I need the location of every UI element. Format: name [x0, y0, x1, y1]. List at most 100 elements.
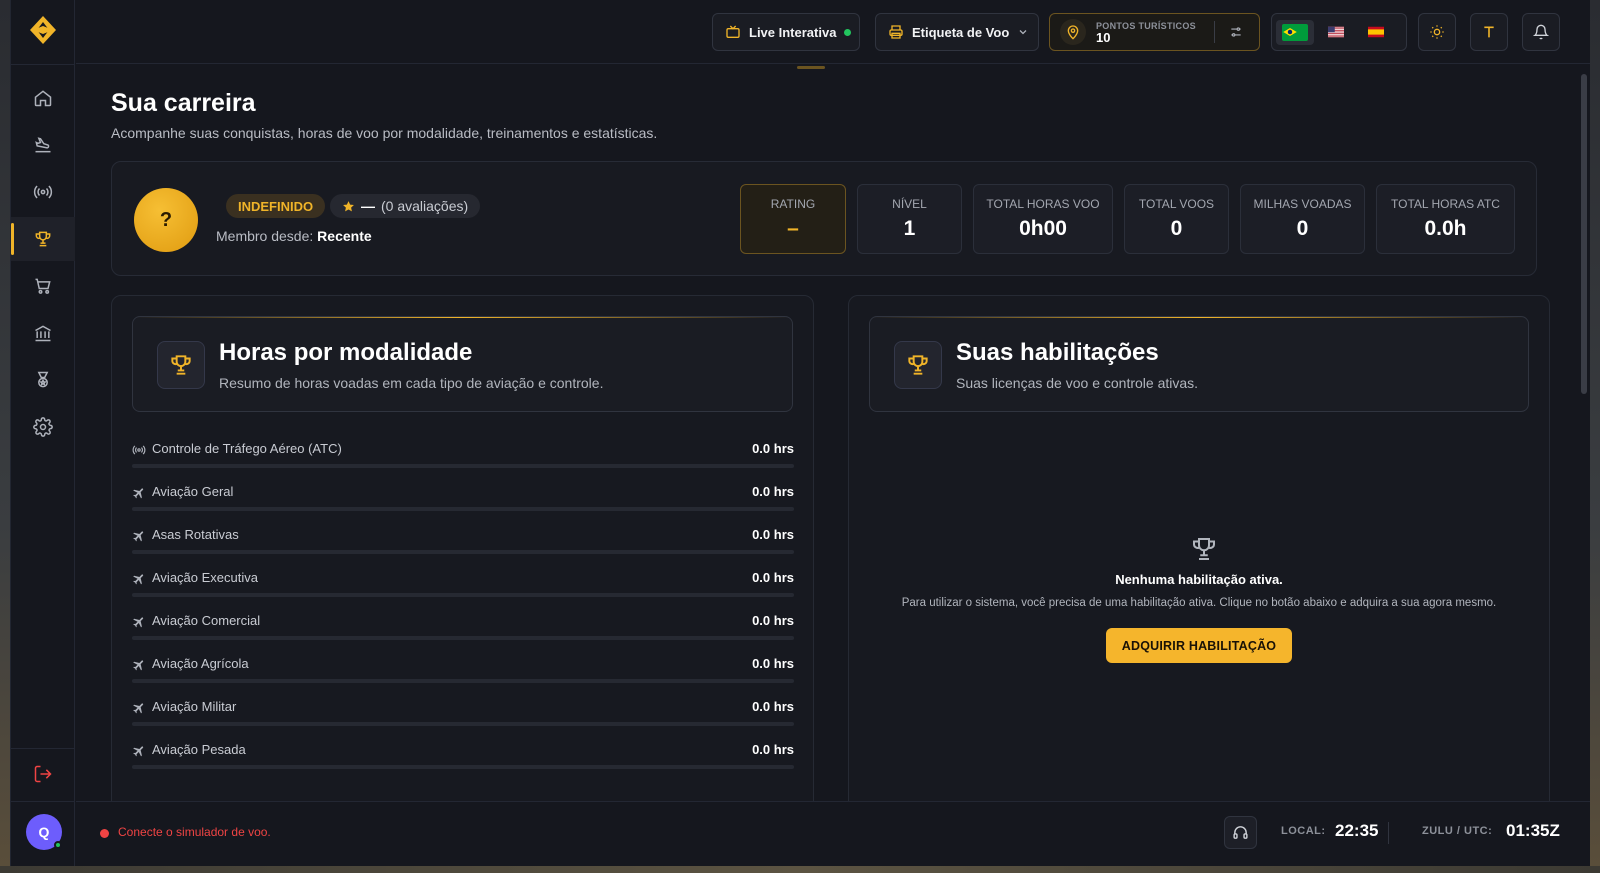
stat-value: –	[787, 217, 799, 240]
plane-icon	[133, 574, 144, 585]
sidebar-item-shop[interactable]	[11, 264, 75, 308]
avatar[interactable]: Q	[26, 814, 62, 850]
home-icon	[34, 90, 52, 107]
top-bar: Live Interativa Etiqueta de Voo PONTOS T…	[76, 0, 1590, 64]
hours-row-military-aviation: Aviação Militar 0.0 hrs	[132, 695, 794, 738]
empty-state-title: Nenhuma habilitação ativa.	[1115, 572, 1283, 587]
plane-icon	[133, 531, 144, 542]
hours-row-value: 0.0 hrs	[752, 656, 794, 671]
hours-row-name: Aviação Geral	[152, 484, 234, 499]
member-since-label: Membro desde:	[216, 228, 314, 244]
tourist-points-widget[interactable]: PONTOS TURÍSTICOS 10	[1049, 13, 1260, 51]
usa-flag-icon	[1328, 26, 1344, 37]
logout-button[interactable]	[11, 752, 75, 796]
plane-icon	[133, 703, 144, 714]
acquire-license-button[interactable]: ADQUIRIR HABILITAÇÃO	[1106, 628, 1292, 663]
sidebar-item-live[interactable]	[11, 170, 75, 214]
hours-progress-bar	[132, 464, 794, 468]
background-edge-left	[0, 0, 10, 873]
hours-progress-bar	[132, 593, 794, 597]
stat-label: NÍVEL	[892, 197, 927, 211]
font-size-button[interactable]	[1470, 13, 1508, 51]
stat-value: 0	[1170, 217, 1183, 240]
hours-row-rotary-wing: Asas Rotativas 0.0 hrs	[132, 523, 794, 566]
sidebar-divider	[11, 748, 75, 749]
panel-subtitle: Suas licenças de voo e controle ativas.	[956, 375, 1199, 391]
page-title: Sua carreira	[111, 89, 256, 117]
stat-value: 0.0h	[1424, 217, 1467, 240]
language-selector[interactable]	[1271, 13, 1407, 51]
etiqueta-de-voo-dropdown[interactable]: Etiqueta de Voo	[875, 13, 1039, 51]
hours-row-value: 0.0 hrs	[752, 527, 794, 542]
zulu-time-label: ZULU / UTC:	[1422, 825, 1493, 837]
panel-subtitle: Resumo de horas voadas em cada tipo de a…	[219, 375, 604, 391]
sidebar-item-settings[interactable]	[11, 405, 75, 449]
language-option-en-us[interactable]	[1328, 24, 1354, 41]
hours-progress-bar	[132, 679, 794, 683]
connection-status-dot	[100, 829, 109, 838]
page-subtitle: Acompanhe suas conquistas, horas de voo …	[111, 125, 658, 141]
theme-toggle-button[interactable]	[1418, 13, 1456, 51]
hours-row-executive-aviation: Aviação Executiva 0.0 hrs	[132, 566, 794, 609]
scrollbar-thumb[interactable]	[1581, 74, 1587, 394]
map-pin-icon	[1067, 25, 1079, 40]
live-interativa-button[interactable]: Live Interativa	[712, 13, 860, 51]
language-option-es-es[interactable]	[1368, 24, 1394, 41]
local-time-label: LOCAL:	[1281, 825, 1326, 837]
plane-icon	[133, 488, 144, 499]
sidebar: Q	[11, 0, 75, 866]
hours-row-value: 0.0 hrs	[752, 484, 794, 499]
trophy-icon	[908, 355, 928, 375]
radio-icon	[33, 185, 53, 199]
cart-icon	[35, 278, 51, 294]
live-status-dot	[844, 28, 852, 36]
sidebar-item-bank[interactable]	[11, 311, 75, 355]
connection-status-text[interactable]: Conecte o simulador de voo.	[118, 825, 271, 839]
plane-landing-icon	[35, 137, 51, 153]
text-icon	[1484, 26, 1494, 38]
sidebar-item-home[interactable]	[11, 76, 75, 120]
sidebar-item-flights[interactable]	[11, 123, 75, 167]
sidebar-item-career[interactable]	[11, 217, 75, 261]
hours-progress-bar	[132, 550, 794, 554]
vertical-scrollbar[interactable]	[1580, 64, 1588, 801]
sliders-icon[interactable]	[1229, 25, 1243, 39]
points-value: 10	[1096, 29, 1111, 45]
trophy-icon	[1193, 538, 1215, 560]
hours-row-agricultural-aviation: Aviação Agrícola 0.0 hrs	[132, 652, 794, 695]
support-button[interactable]	[1224, 816, 1257, 849]
member-since: Membro desde: Recente	[216, 228, 372, 244]
plane-icon	[133, 660, 144, 671]
app-logo[interactable]	[27, 14, 59, 46]
language-option-pt-br[interactable]	[1276, 19, 1314, 45]
licenses-panel: Suas habilitações Suas licenças de voo e…	[848, 295, 1550, 801]
sidebar-item-achievements[interactable]	[11, 358, 75, 402]
stat-label: RATING	[770, 197, 816, 211]
empty-state-description: Para utilizar o sistema, você precisa de…	[901, 597, 1497, 609]
hours-row-name: Aviação Pesada	[152, 742, 246, 757]
stat-total-flights: TOTAL VOOS 0	[1124, 184, 1229, 254]
hours-row-name: Aviação Agrícola	[152, 656, 249, 671]
profile-summary-card: ? INDEFINIDO — (0 avaliações) Membro des…	[111, 161, 1537, 276]
avatar-initial: Q	[38, 824, 50, 840]
reviews-count: (0 avaliações)	[381, 198, 469, 214]
panel-header-icon	[157, 341, 205, 389]
stat-total-atc-hours: TOTAL HORAS ATC 0.0h	[1376, 184, 1515, 254]
headset-icon	[1233, 826, 1248, 839]
stat-rating: RATING –	[740, 184, 846, 254]
hours-row-value: 0.0 hrs	[752, 613, 794, 628]
stat-value: 0h00	[1019, 217, 1067, 240]
points-pin	[1060, 19, 1086, 45]
stat-value: 0	[1296, 217, 1309, 240]
bell-icon	[1533, 24, 1549, 40]
clock-divider	[1388, 822, 1389, 844]
hours-row-heavy-aviation: Aviação Pesada 0.0 hrs	[132, 738, 794, 781]
stat-label: MILHAS VOADAS	[1253, 197, 1352, 211]
panel-header: Horas por modalidade Resumo de horas voa…	[132, 316, 793, 412]
background-edge-right	[1590, 0, 1600, 873]
app-window: Q Live Interativa Etiqueta de Voo PONTOS…	[10, 0, 1590, 866]
main-content: Sua carreira Acompanhe suas conquistas, …	[76, 65, 1590, 801]
notifications-button[interactable]	[1522, 13, 1560, 51]
background-edge-bottom	[0, 866, 1600, 873]
stat-label: TOTAL HORAS VOO	[986, 197, 1100, 211]
